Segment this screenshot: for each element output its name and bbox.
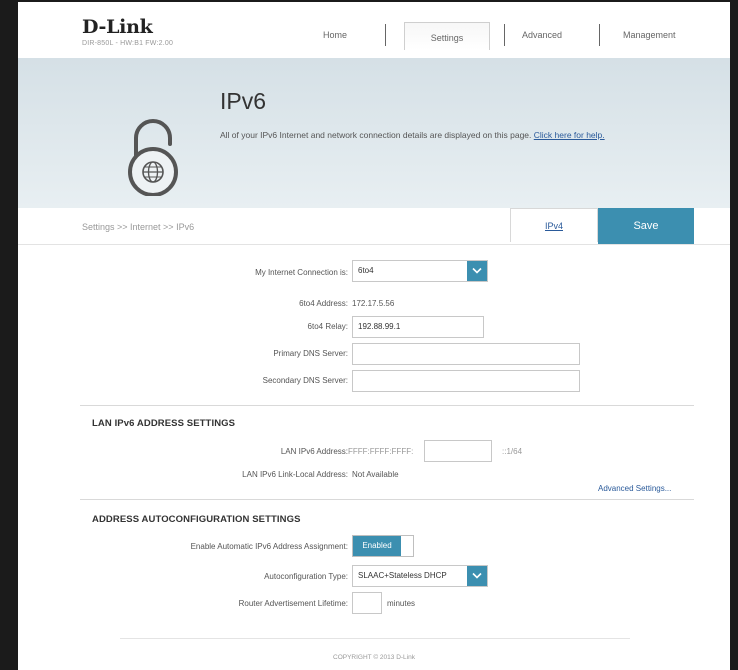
autoconf-type-value: SLAAC+Stateless DHCP [358,571,447,580]
ra-lifetime-input[interactable] [352,592,382,614]
nav-divider [385,24,386,46]
brand-logo: D-Link [82,16,153,38]
connection-select-value: 6to4 [358,266,374,275]
page-title: IPv6 [220,88,267,114]
primary-dns-label: Primary DNS Server: [273,349,348,358]
copyright: COPYRIGHT © 2013 D-Link [333,654,415,661]
lan-section-title: LAN IPv6 ADDRESS SETTINGS [92,418,236,429]
chevron-down-icon[interactable] [467,261,487,281]
link-local-label: LAN IPv6 Link-Local Address: [242,470,348,479]
nav-advanced[interactable]: Advanced [522,30,562,40]
address-value: 172.17.5.56 [352,299,395,308]
chevron-down-icon[interactable] [467,566,487,586]
lan-address-input[interactable] [424,440,492,462]
autoconf-type-select[interactable]: SLAAC+Stateless DHCP [352,565,488,587]
relay-label: 6to4 Relay: [307,322,348,331]
connection-select[interactable]: 6to4 [352,260,488,282]
page: D-Link DIR-850L - HW:B1 FW:2.00 Home Set… [18,2,730,670]
save-button[interactable]: Save [598,208,694,244]
section-divider [80,499,694,500]
autoconf-section-title: ADDRESS AUTOCONFIGURATION SETTINGS [92,514,301,525]
lan-address-prefix: FFFF:FFFF:FFFF: [348,447,414,456]
toggle-state: Enabled [353,536,401,556]
nav-divider [599,24,600,46]
advanced-settings-link[interactable]: Advanced Settings... [598,484,671,493]
banner: IPv6 All of your IPv6 Internet and netwo… [18,58,730,208]
enable-autoconf-toggle[interactable]: Enabled [352,535,414,557]
window-frame: D-Link DIR-850L - HW:B1 FW:2.00 Home Set… [0,0,738,670]
address-label: 6to4 Address: [299,299,348,308]
lan-address-suffix: ::1/64 [502,447,523,456]
link-local-value: Not Available [352,470,399,479]
secondary-dns-input[interactable] [352,370,580,392]
page-description: All of your IPv6 Internet and network co… [220,130,605,140]
help-link[interactable]: Click here for help. [534,130,605,140]
nav-management[interactable]: Management [623,30,676,40]
nav-divider [504,24,505,46]
autoconf-type-label: Autoconfiguration Type: [264,572,348,581]
relay-input[interactable]: 192.88.99.1 [352,316,484,338]
secondary-dns-label: Secondary DNS Server: [262,376,348,385]
lan-address-label: LAN IPv6 Address: [280,447,348,456]
connection-label: My Internet Connection is: [255,268,348,277]
page-description-text: All of your IPv6 Internet and network co… [220,130,532,140]
primary-dns-input[interactable] [352,343,580,365]
model-info: DIR-850L - HW:B1 FW:2.00 [82,40,174,47]
enable-autoconf-label: Enable Automatic IPv6 Address Assignment… [190,542,348,551]
header: D-Link DIR-850L - HW:B1 FW:2.00 Home Set… [18,2,730,58]
unlocked-globe-icon [128,119,178,196]
ipv4-tab[interactable]: IPv4 [510,208,598,242]
nav-settings[interactable]: Settings [404,22,490,50]
breadcrumb: Settings >> Internet >> IPv6 [82,222,195,232]
footer-divider [120,638,630,639]
ra-lifetime-unit: minutes [387,599,416,608]
nav-home[interactable]: Home [323,30,347,40]
section-divider [80,405,694,406]
ra-lifetime-label: Router Advertisement Lifetime: [238,599,348,608]
